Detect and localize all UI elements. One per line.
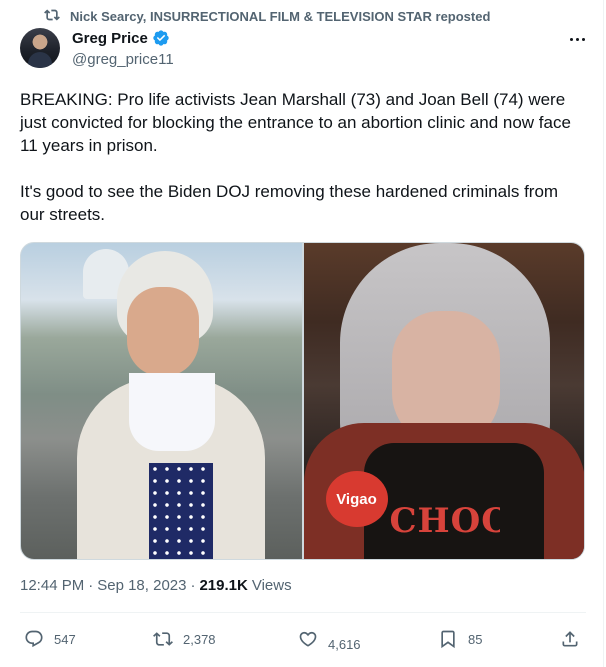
repost-icon (153, 629, 173, 649)
share-button[interactable] (560, 622, 580, 656)
repost-text: Nick Searcy, INSURRECTIONAL FILM & TELEV… (70, 8, 491, 24)
bookmark-button[interactable]: 85 (438, 622, 482, 656)
repost-icon (44, 7, 60, 26)
repost-button[interactable]: 2,378 (153, 622, 216, 656)
views-count: 219.1K (199, 577, 248, 594)
verified-badge-icon (152, 29, 170, 47)
tweet-media[interactable]: CHOO Vigao (20, 242, 585, 560)
views-label: Views (251, 577, 292, 594)
share-icon (560, 629, 580, 649)
tweet-paragraph: BREAKING: Pro life activists Jean Marsha… (20, 90, 571, 155)
heart-icon (298, 629, 318, 649)
tweet-date[interactable]: Sep 18, 2023 (97, 577, 186, 594)
like-count: 4,616 (328, 636, 361, 652)
more-options-button[interactable] (566, 30, 588, 48)
photo-left[interactable] (21, 243, 302, 559)
more-dot-icon (575, 37, 579, 41)
author-handle[interactable]: @greg_price11 (72, 51, 174, 68)
photo-right[interactable]: CHOO Vigao (303, 243, 584, 559)
meta-separator: · (88, 577, 94, 594)
bookmark-count: 85 (468, 631, 483, 647)
meta-separator: · (190, 577, 196, 594)
shirt-text: CHOO (389, 501, 500, 541)
tweet-text: BREAKING: Pro life activists Jean Marsha… (20, 88, 580, 249)
tweet-time[interactable]: 12:44 PM (20, 577, 84, 594)
more-dot-icon (581, 37, 585, 41)
tweet-paragraph: It's good to see the Biden DOJ removing … (20, 182, 559, 224)
divider (20, 612, 586, 613)
like-button[interactable]: 4,616 (298, 622, 361, 656)
more-dot-icon (569, 37, 573, 41)
repost-count: 2,378 (183, 631, 216, 647)
author-name[interactable]: Greg Price (72, 30, 148, 47)
reply-count: 547 (54, 631, 76, 647)
repost-header[interactable]: Nick Searcy, INSURRECTIONAL FILM & TELEV… (44, 7, 490, 25)
tweet-card[interactable]: Nick Searcy, INSURRECTIONAL FILM & TELEV… (0, 0, 604, 667)
tweet-meta: 12:44 PM · Sep 18, 2023 · 219.1K Views (20, 577, 292, 594)
action-bar: 547 2,378 4,616 85 (20, 622, 586, 656)
reply-icon (24, 629, 44, 649)
avatar[interactable] (20, 28, 60, 68)
bookmark-icon (438, 629, 458, 649)
reply-button[interactable]: 547 (24, 622, 76, 656)
badge-button: Vigao (325, 471, 388, 527)
